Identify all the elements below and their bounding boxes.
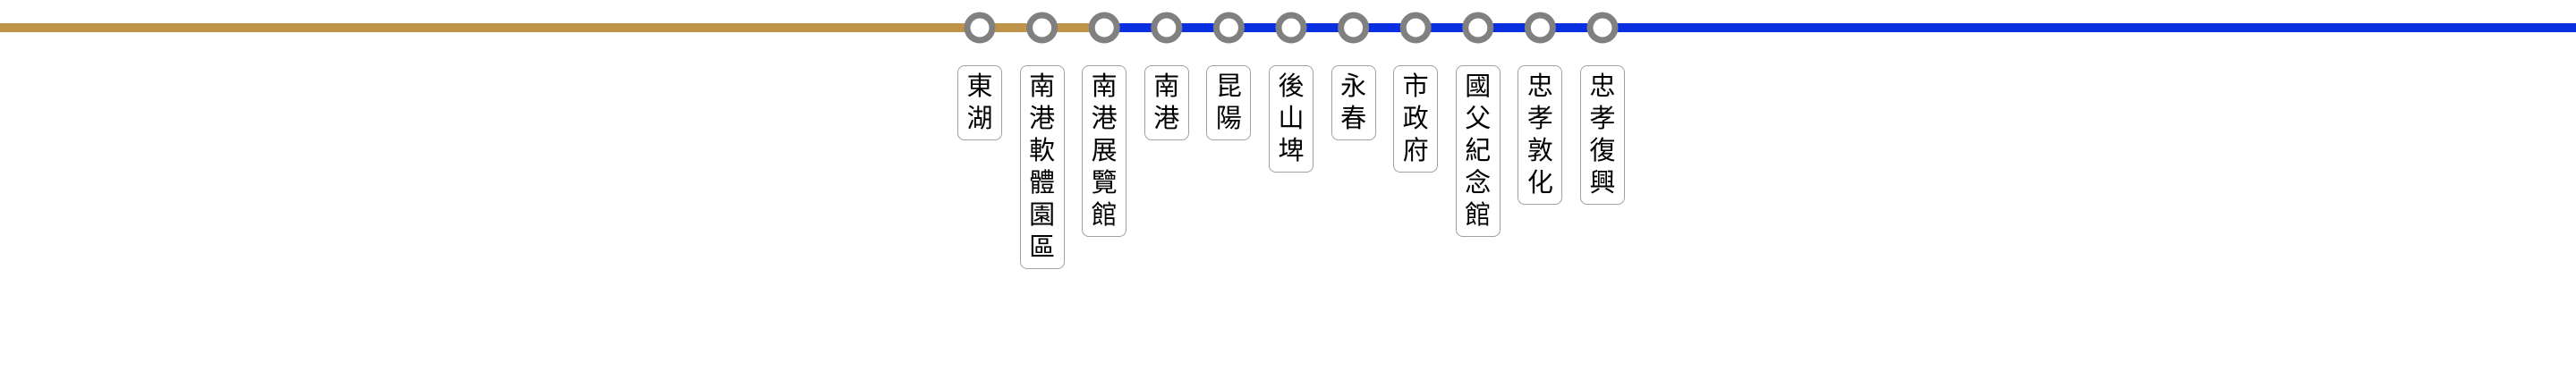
station-label-kunyang[interactable]: 昆陽 xyxy=(1206,65,1252,140)
station-marker-taipei-city-hall[interactable] xyxy=(1399,12,1432,44)
station-label-donghu[interactable]: 東湖 xyxy=(957,65,1002,140)
station-marker-nangang-software-park[interactable] xyxy=(1026,12,1058,44)
station-label-houshanpi[interactable]: 後山埤 xyxy=(1269,65,1314,173)
station-name: 後山埤 xyxy=(1278,71,1305,165)
station-label-nangang-exhibition-center[interactable]: 南港展覽館 xyxy=(1082,65,1127,237)
station-name: 南港展覽館 xyxy=(1091,71,1118,230)
station-name: 忠孝復興 xyxy=(1589,71,1616,198)
station-marker-kunyang[interactable] xyxy=(1212,12,1245,44)
station-label-zhongxiao-dunhua[interactable]: 忠孝敦化 xyxy=(1518,65,1563,205)
station-label-yongchun[interactable]: 永春 xyxy=(1331,65,1376,140)
station-marker-zhongxiao-fuxing[interactable] xyxy=(1586,12,1619,44)
station-marker-donghu[interactable] xyxy=(964,12,996,44)
route-map xyxy=(0,12,2576,44)
station-marker-nangang[interactable] xyxy=(1151,12,1183,44)
station-name: 南港 xyxy=(1153,71,1180,133)
station-label-taipei-city-hall[interactable]: 市政府 xyxy=(1393,65,1439,173)
station-name: 昆陽 xyxy=(1215,71,1242,133)
station-label-sun-yat-sen-memorial-hall[interactable]: 國父紀念館 xyxy=(1455,65,1501,237)
station-name: 南港軟體園區 xyxy=(1029,71,1056,262)
station-marker-zhongxiao-dunhua[interactable] xyxy=(1524,12,1556,44)
station-name: 國父紀念館 xyxy=(1465,71,1492,230)
station-marker-yongchun[interactable] xyxy=(1338,12,1370,44)
station-marker-nangang-exhibition-center[interactable] xyxy=(1088,12,1120,44)
station-name: 市政府 xyxy=(1402,71,1429,165)
station-label-nangang-software-park[interactable]: 南港軟體園區 xyxy=(1019,65,1065,269)
station-label-nangang[interactable]: 南港 xyxy=(1143,65,1189,140)
station-label-zhongxiao-fuxing[interactable]: 忠孝復興 xyxy=(1580,65,1625,205)
station-name: 永春 xyxy=(1340,71,1367,133)
station-marker-sun-yat-sen-memorial-hall[interactable] xyxy=(1462,12,1494,44)
station-name: 忠孝敦化 xyxy=(1526,71,1553,198)
station-name: 東湖 xyxy=(966,71,993,133)
station-marker-houshanpi[interactable] xyxy=(1275,12,1307,44)
